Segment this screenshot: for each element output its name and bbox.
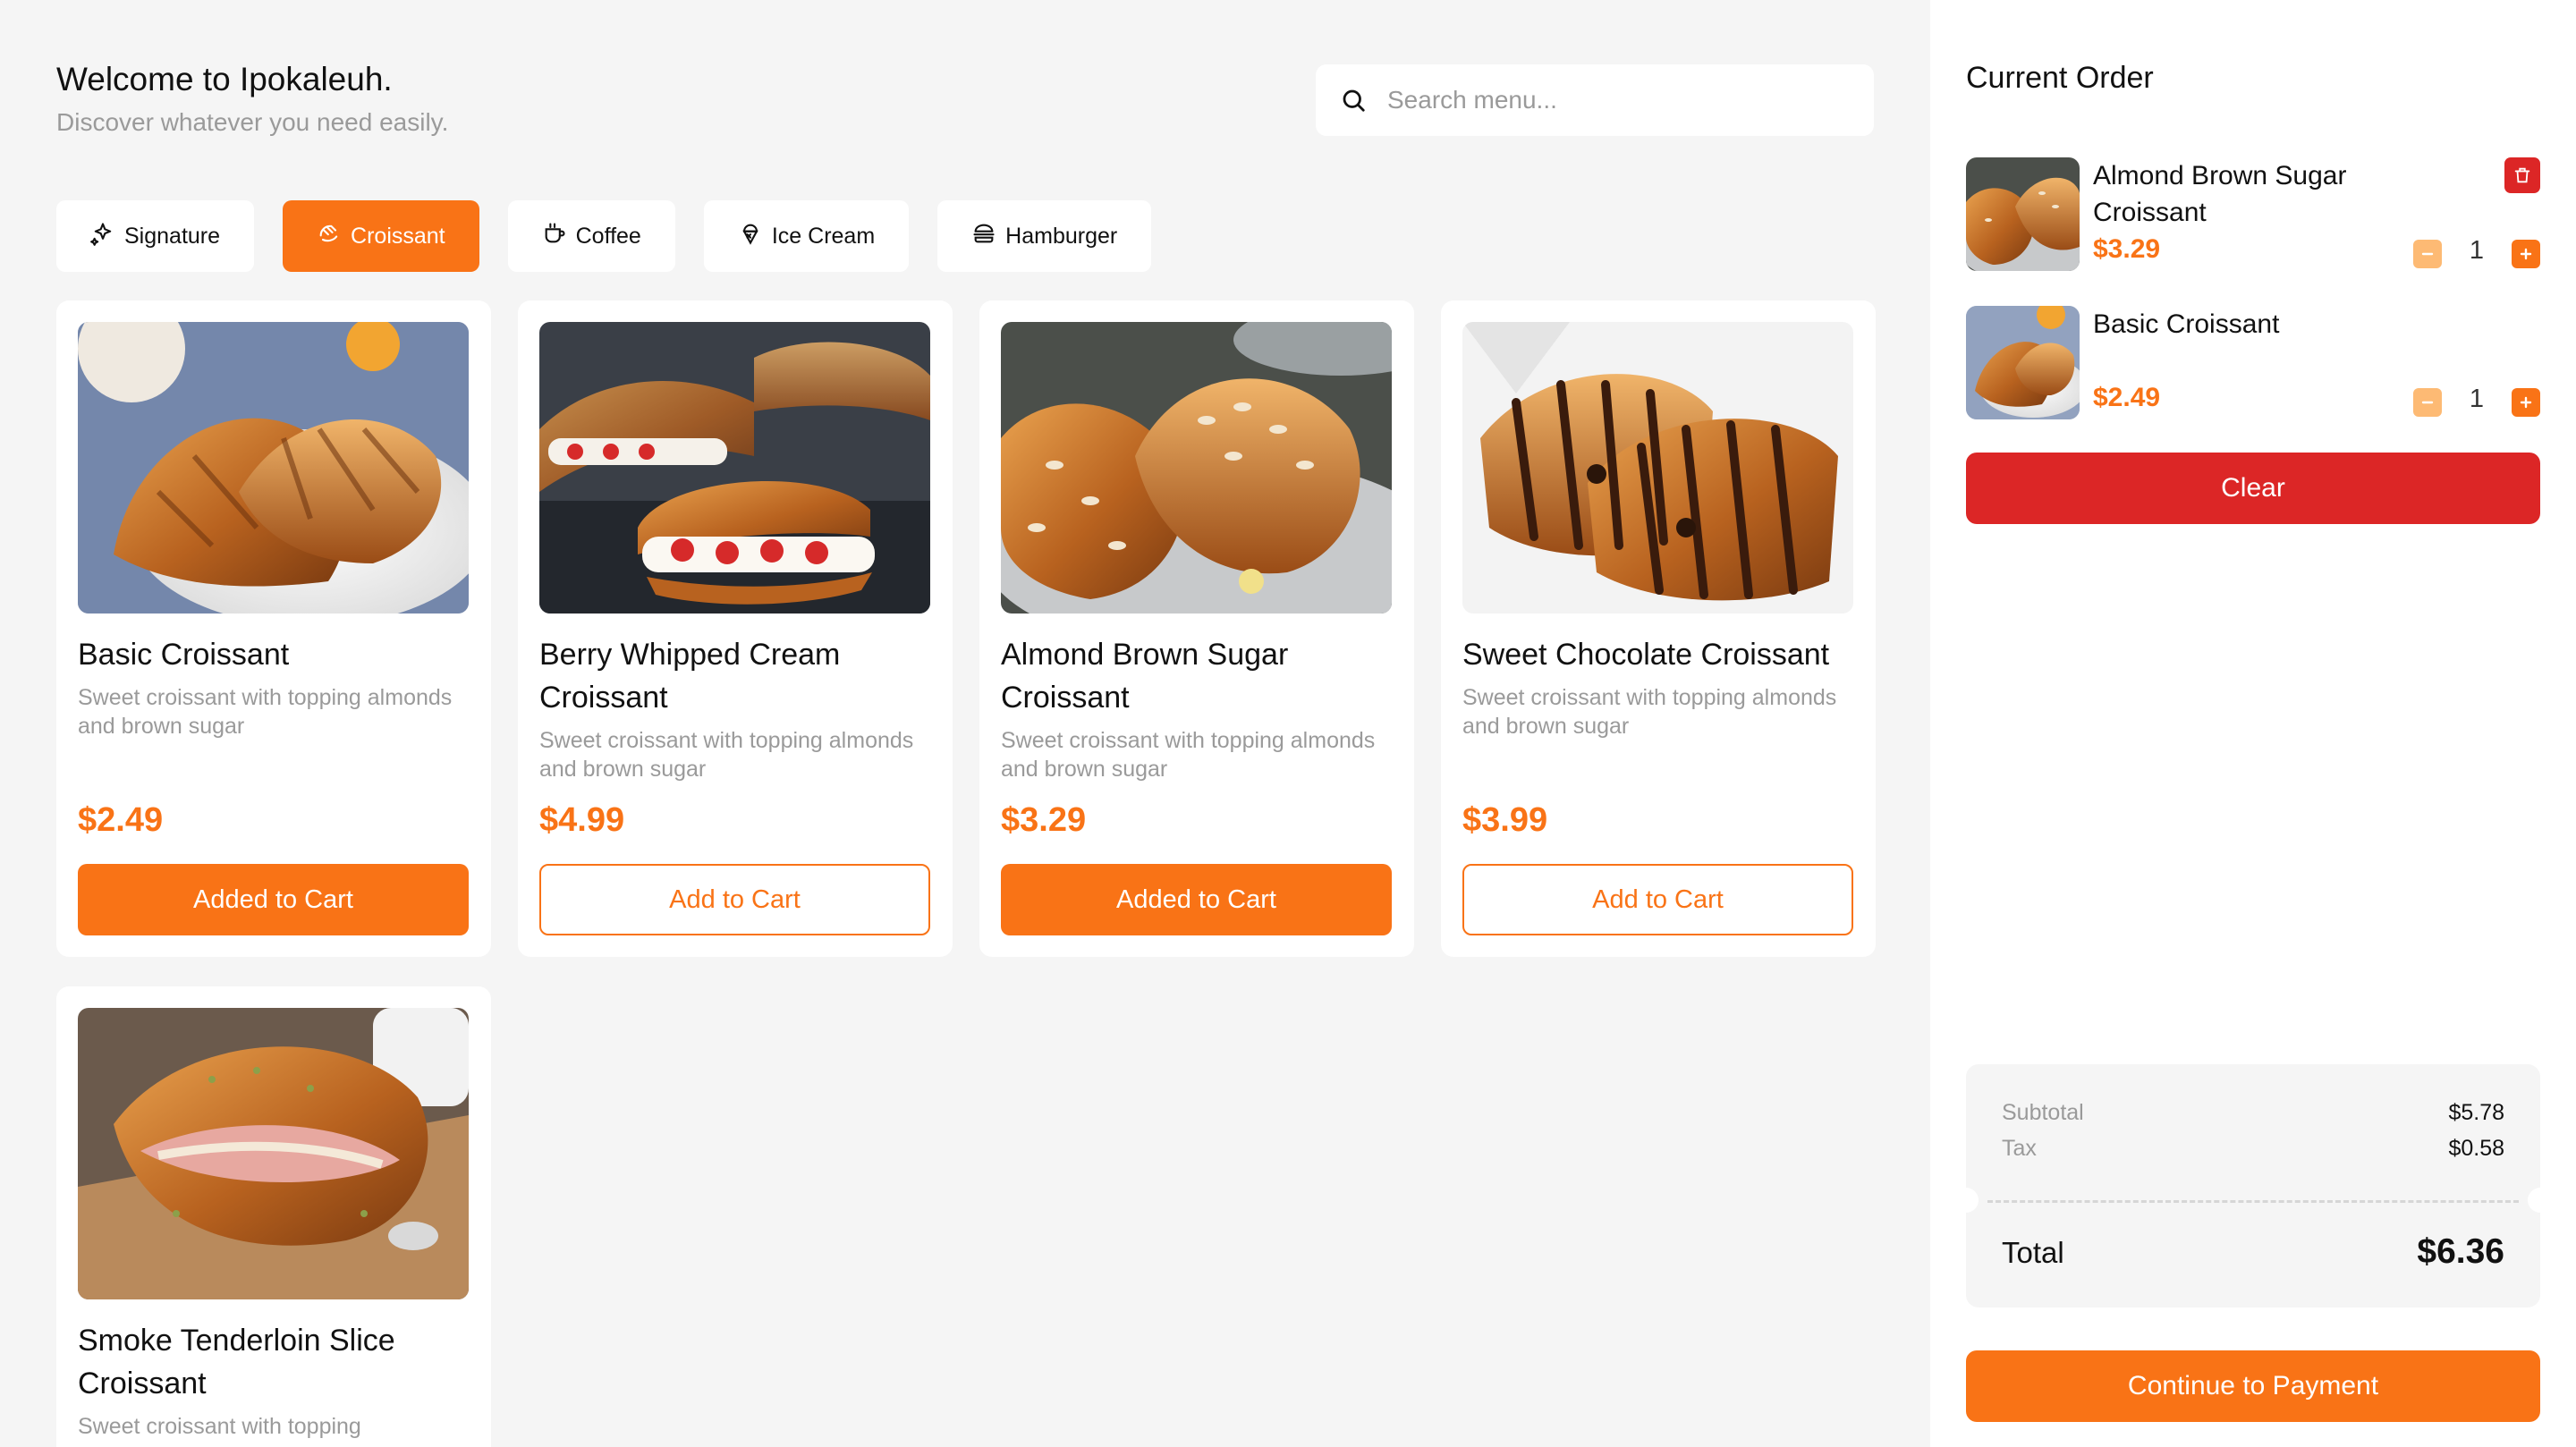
tab-label: Coffee xyxy=(575,223,641,249)
order-item-image xyxy=(1966,306,2080,419)
tax-row: Tax $0.58 xyxy=(2002,1136,2504,1162)
decrease-quantity-button[interactable] xyxy=(2413,388,2442,417)
product-description: Sweet croissant with topping almonds and… xyxy=(1001,728,1376,782)
increase-quantity-button[interactable] xyxy=(2512,240,2540,268)
order-title: Current Order xyxy=(1966,61,2154,95)
page-title: Welcome to Ipokaleuh. xyxy=(56,61,393,97)
sparkle-icon xyxy=(90,221,115,252)
tab-label: Ice Cream xyxy=(771,223,876,249)
tab-coffee[interactable]: Coffee xyxy=(507,200,675,272)
product-description: Sweet croissant with topping xyxy=(78,1414,361,1439)
search-bar[interactable] xyxy=(1316,64,1874,136)
tab-hamburger[interactable]: Hamburger xyxy=(937,200,1152,272)
product-name: Sweet Chocolate Croissant xyxy=(1462,638,1830,672)
increase-quantity-button[interactable] xyxy=(2512,388,2540,417)
ticket-notch-right xyxy=(2528,1188,2553,1213)
order-item-price: $2.49 xyxy=(2093,383,2161,412)
add-to-cart-button[interactable]: Add to Cart xyxy=(1462,864,1853,935)
ticket-notch-left xyxy=(1953,1188,1979,1213)
product-image xyxy=(78,322,469,613)
subtotal-row: Subtotal $5.78 xyxy=(2002,1100,2504,1126)
product-price: $3.29 xyxy=(1001,801,1087,839)
product-description: Sweet croissant with topping almonds and… xyxy=(78,685,453,739)
product-card: Smoke Tenderloin Slice Croissant Sweet c… xyxy=(56,986,491,1447)
search-input[interactable] xyxy=(1387,86,1852,114)
product-price: $4.99 xyxy=(539,801,625,839)
product-card: Berry Whipped Cream Croissant Sweet croi… xyxy=(518,300,953,957)
tax-value: $0.58 xyxy=(2448,1136,2504,1161)
added-to-cart-button[interactable]: Added to Cart xyxy=(1001,864,1392,935)
order-sidebar: Current Order Almond Brown Sugar Croissa… xyxy=(1930,0,2576,1447)
order-item-name: Almond Brown Sugar Croissant xyxy=(2093,161,2347,227)
dashed-divider xyxy=(1987,1200,2519,1203)
trash-icon[interactable] xyxy=(2504,157,2540,193)
search-icon xyxy=(1339,86,1368,114)
tab-ice-cream[interactable]: Ice Cream xyxy=(703,200,910,272)
continue-to-payment-button[interactable]: Continue to Payment xyxy=(1966,1350,2540,1422)
product-card: Basic Croissant Sweet croissant with top… xyxy=(56,300,491,957)
decrease-quantity-button[interactable] xyxy=(2413,240,2442,268)
added-to-cart-button[interactable]: Added to Cart xyxy=(78,864,469,935)
product-card: Sweet Chocolate Croissant Sweet croissan… xyxy=(1441,300,1876,957)
tab-label: Signature xyxy=(124,223,221,249)
product-name: Smoke Tenderloin Slice Croissant xyxy=(78,1324,395,1400)
croissant-icon xyxy=(317,221,342,252)
product-price: $3.99 xyxy=(1462,801,1548,839)
tab-signature[interactable]: Signature xyxy=(56,200,255,272)
tab-label: Croissant xyxy=(351,223,445,249)
product-name: Basic Croissant xyxy=(78,638,290,672)
product-card: Almond Brown Sugar Croissant Sweet crois… xyxy=(979,300,1414,957)
order-summary: Subtotal $5.78 Tax $0.58 Total $6.36 xyxy=(1953,1064,2553,1307)
hamburger-icon xyxy=(971,221,996,252)
product-image xyxy=(78,1008,469,1299)
coffee-cup-icon xyxy=(542,221,567,252)
order-item-price: $3.29 xyxy=(2093,234,2161,264)
total-value: $6.36 xyxy=(2417,1232,2504,1271)
tax-label: Tax xyxy=(2002,1136,2037,1161)
quantity-value: 1 xyxy=(2469,236,2485,265)
order-item-name: Basic Croissant xyxy=(2093,309,2280,339)
main-panel: Welcome to Ipokaleuh. Discover whatever … xyxy=(0,0,1930,1447)
order-item-image xyxy=(1966,157,2080,271)
tab-croissant[interactable]: Croissant xyxy=(283,200,479,272)
order-item: Basic Croissant $2.49 1 xyxy=(1966,306,2540,420)
subtotal-value: $5.78 xyxy=(2448,1100,2504,1125)
page-subtitle: Discover whatever you need easily. xyxy=(56,108,449,136)
product-name: Berry Whipped Cream Croissant xyxy=(539,638,841,715)
product-price: $2.49 xyxy=(78,801,164,839)
tab-label: Hamburger xyxy=(1005,223,1118,249)
product-description: Sweet croissant with topping almonds and… xyxy=(539,728,914,782)
product-description: Sweet croissant with topping almonds and… xyxy=(1462,685,1837,739)
clear-order-button[interactable]: Clear xyxy=(1966,453,2540,524)
product-image xyxy=(539,322,930,613)
product-image xyxy=(1001,322,1392,613)
total-label: Total xyxy=(2002,1236,2064,1269)
add-to-cart-button[interactable]: Add to Cart xyxy=(539,864,930,935)
product-name: Almond Brown Sugar Croissant xyxy=(1001,638,1289,715)
order-item: Almond Brown Sugar Croissant $3.29 1 xyxy=(1966,157,2540,272)
subtotal-label: Subtotal xyxy=(2002,1100,2084,1125)
quantity-value: 1 xyxy=(2469,385,2485,413)
ice-cream-icon xyxy=(738,221,763,252)
product-image xyxy=(1462,322,1853,613)
category-tabs: Signature Croissant Coffee Ice Cream Ham… xyxy=(56,200,1152,272)
